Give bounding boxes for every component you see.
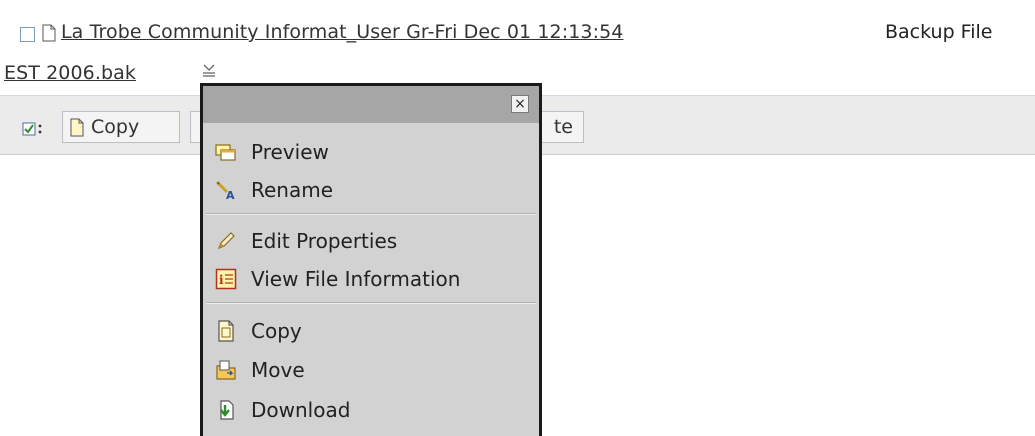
menu-item-label: Download [251,398,351,422]
pencil-icon [215,230,237,252]
menu-item-copy[interactable]: Copy [215,315,302,347]
menu-separator [206,302,536,304]
menu-item-rename[interactable]: A Rename [215,174,333,206]
preview-icon [215,141,237,163]
toolbar-copy-label: Copy [91,116,140,138]
menu-separator [206,213,536,215]
menu-item-label: Preview [251,140,329,164]
menu-item-label: View File Information [251,267,461,291]
actions-menu-trigger-icon[interactable] [200,62,218,80]
file-select-checkbox[interactable] [20,27,35,42]
menu-item-download[interactable]: Download [215,394,350,426]
svg-text:A: A [226,189,235,201]
toolbar-copy-button[interactable]: Copy [62,111,180,143]
popup-header: × [203,86,539,123]
select-all-checkmark-icon[interactable] [22,121,44,137]
copy-icon [215,320,237,342]
file-actions-popup-menu: × Preview A Rename Edit Properties i Vie… [200,83,542,436]
download-icon [215,399,237,421]
menu-item-preview[interactable]: Preview [215,136,329,168]
rename-icon: A [215,179,237,201]
info-icon: i [215,268,237,290]
file-name-link[interactable]: La Trobe Community Informat_User Gr-Fri … [61,21,623,43]
menu-item-view-file-information[interactable]: i View File Information [215,263,460,295]
close-icon[interactable]: × [511,95,529,113]
menu-item-label: Edit Properties [251,229,398,253]
document-icon [42,24,56,42]
copy-icon [70,118,84,136]
menu-item-label: Move [251,358,305,382]
menu-item-label: Copy [251,319,302,343]
svg-text:i: i [219,273,224,287]
file-type-text: Backup File [885,21,993,43]
file-name-link-continued[interactable]: EST 2006.bak [4,62,136,84]
menu-item-move[interactable]: Move [215,354,305,386]
menu-item-label: Rename [251,178,334,202]
menu-item-edit-properties[interactable]: Edit Properties [215,225,397,257]
move-icon [215,359,237,381]
toolbar-delete-label-partial: te [553,116,573,138]
